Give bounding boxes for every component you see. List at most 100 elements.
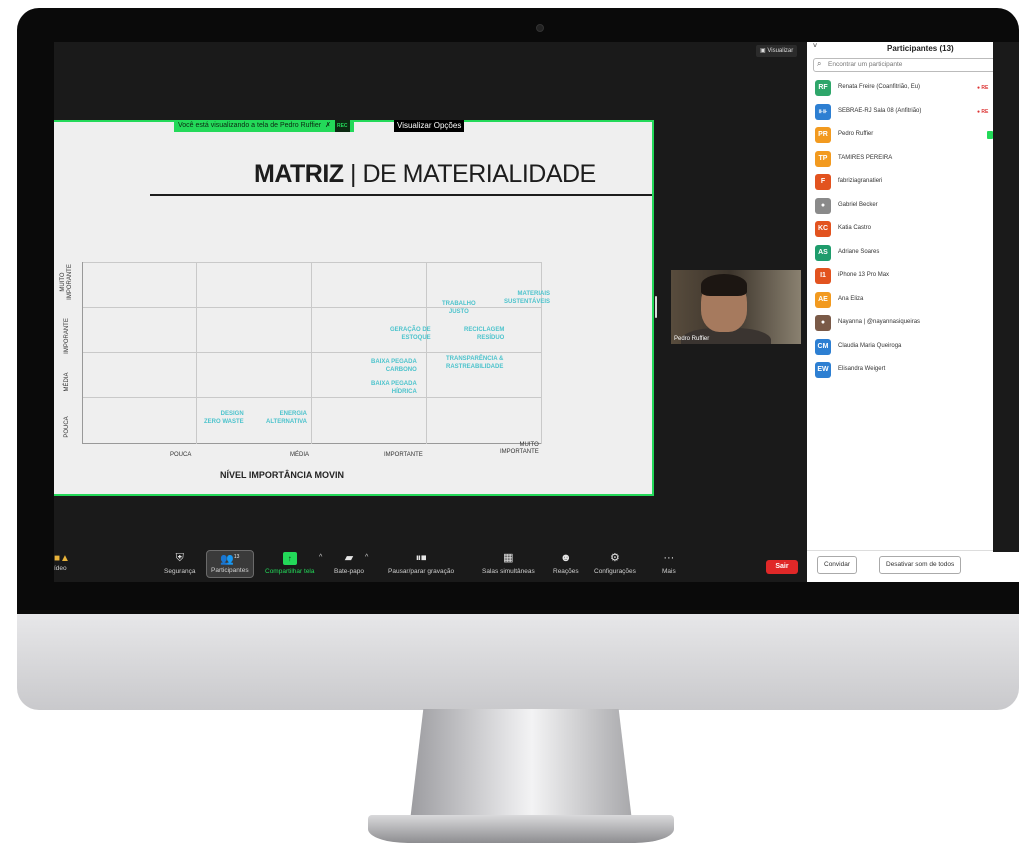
participants-icon: 👥13 (220, 553, 240, 566)
more-icon: ··· (663, 552, 675, 564)
y-label-media: MÉDIA (64, 372, 70, 392)
recording-indicator: ● RE (977, 108, 989, 115)
participants-panel: ˅ Participantes (13) ⌕ Encontrar um part… (807, 42, 1019, 582)
leave-button[interactable]: Sair (766, 560, 798, 574)
participant-row[interactable]: AS Adriane Soares (807, 241, 1019, 265)
participants-panel-title: Participantes (13) (887, 44, 954, 53)
x-label-importante: IMPORTANTE (384, 452, 423, 458)
matrix-item: GERAÇÃO DE ESTOQUE (390, 327, 431, 341)
participant-name: SEBRAE-RJ Sala 08 (Anfitrião) (838, 107, 922, 114)
mute-all-button[interactable]: Desativar som de todos (879, 556, 962, 574)
slide-title-rest: | DE MATERIALIDADE (350, 160, 596, 188)
reactions-button[interactable]: ☻ Reações (553, 552, 579, 575)
avatar: AS (815, 244, 831, 261)
title-underline (150, 194, 652, 196)
search-placeholder: Encontrar um participante (828, 61, 903, 68)
participants-panel-footer: Convidar Desativar som de todos (807, 550, 1019, 582)
chat-icon: ▰ (344, 552, 354, 564)
monitor-stand-neck (410, 709, 632, 821)
monitor-stand-foot (368, 815, 674, 843)
chat-button[interactable]: ▰ Bate-papo (334, 552, 364, 575)
screen-edge (993, 42, 1019, 552)
grid-line (82, 397, 542, 398)
x-label-media: MÉDIA (290, 452, 310, 458)
chevron-down-icon[interactable]: ˅ (813, 43, 817, 50)
participant-name: TAMIRES PEREIRA (838, 154, 893, 161)
matrix-item: BAIXA PEGADA HÍDRICA (371, 381, 417, 395)
monitor-chin (17, 614, 1019, 710)
view-button-label: Visualizar (767, 48, 794, 54)
avatar: AE (815, 291, 831, 308)
breakout-rooms-button[interactable]: ▦ Salas simultâneas (482, 552, 535, 575)
participant-name: Renata Freire (Coanfitrião, Eu) (838, 84, 921, 90)
avatar: I1 (815, 268, 831, 284)
y-label-importante: IMPORANTE (64, 318, 70, 354)
rec-badge: REC (334, 120, 350, 132)
matrix-item: RECICLAGEM RESÍDUO (464, 327, 505, 341)
participant-row[interactable]: RF Renata Freire (Coanfitrião, Eu) ● RE (807, 76, 1019, 100)
grid-line (196, 262, 197, 444)
y-label-pouca: POUCA (64, 416, 70, 438)
y-label-muito-importante: MUITO IMPORANTE (60, 264, 73, 300)
avatar: F (815, 174, 831, 190)
view-options-button[interactable]: Visualizar Opções (394, 120, 465, 132)
participants-panel-header: ˅ Participantes (13) (807, 42, 1019, 56)
settings-button[interactable]: ⚙ Configurações (594, 552, 636, 575)
invite-button[interactable]: Convidar (817, 556, 858, 574)
participant-name: Elisandra Weigert (838, 366, 886, 372)
participant-row[interactable]: EW Elisandra Weigert (807, 358, 1019, 382)
chat-options-caret-icon[interactable]: ^ (365, 554, 368, 561)
slide-title: MATRIZ | DE MATERIALIDADE (254, 160, 596, 189)
participant-row[interactable]: PR Pedro Ruffier (807, 123, 1019, 147)
participant-search-input[interactable]: ⌕ Encontrar um participante (813, 58, 1013, 72)
record-button[interactable]: ⏸⏹ Pausar/parar gravação (388, 552, 454, 575)
matrix-item: BAIXA PEGADA CARBONO (371, 359, 417, 373)
participants-button[interactable]: 👥13 Participantes (206, 550, 254, 578)
participant-row[interactable]: CM Claudia Maria Queiroga (807, 335, 1019, 359)
matrix-item: DESIGN ZERO WASTE (204, 411, 244, 425)
participant-row[interactable]: Ffabriziagranatieri (807, 170, 1019, 194)
pause-stop-icon: ⏸⏹ (415, 552, 427, 564)
shield-icon: ⛨ (175, 552, 184, 564)
participant-row[interactable]: AE Ana Eliza (807, 288, 1019, 312)
meeting-toolbar: ■▲ ídeo ⛨ Segurança 👥13 Participantes ↑ Comp… (54, 548, 806, 582)
avatar: KC (815, 221, 831, 237)
share-screen-button[interactable]: ↑ Compartilhar tela (265, 552, 315, 575)
y-axis-line (82, 262, 83, 444)
matrix-item: TRANSPARÊNCIA & RASTREABILIDADE (446, 356, 504, 370)
participant-row[interactable]: ● Gabriel Becker (807, 194, 1019, 218)
avatar: CM (815, 338, 831, 355)
participant-name: iPhone 13 Pro Max (838, 272, 890, 278)
participant-name: fabriziagranatieri (838, 178, 883, 184)
avatar: PR (815, 127, 831, 143)
view-button[interactable]: ▣ Visualizar (756, 45, 798, 57)
participant-row[interactable]: TP TAMIRES PEREIRA (807, 147, 1019, 171)
participant-row[interactable]: I1 iPhone 13 Pro Max (807, 264, 1019, 288)
participant-name: Adriane Soares (838, 248, 880, 255)
recording-indicator: ● RE (977, 85, 989, 91)
avatar: RF (815, 80, 831, 96)
participant-row[interactable]: KC Katia Castro (807, 217, 1019, 241)
speaker-video-tile[interactable]: Pedro Ruffier (671, 270, 801, 344)
breakout-rooms-icon: ▦ (503, 552, 514, 564)
security-button[interactable]: ⛨ Segurança (164, 552, 195, 575)
share-options-caret-icon[interactable]: ^ (319, 554, 322, 561)
grid-line (426, 262, 427, 444)
slide-title-bold: MATRIZ (254, 160, 344, 188)
video-button[interactable]: ■▲ ídeo (54, 552, 70, 572)
x-axis-line (82, 443, 542, 444)
pin-icon: ✗ (325, 122, 331, 129)
avatar-photo: ● (815, 315, 831, 331)
avatar: TP (815, 150, 831, 167)
participant-row[interactable]: ⊪⊪ SEBRAE-RJ Sala 08 (Anfitrião) ● RE (807, 100, 1019, 124)
participant-name: Katia Castro (838, 225, 872, 231)
avatar-photo: ● (815, 197, 831, 214)
more-button[interactable]: ··· Mais (662, 552, 676, 575)
video-person-hair (701, 274, 747, 296)
matrix-item: ENERGIA ALTERNATIVA (266, 411, 307, 425)
participant-row[interactable]: ● Nayanna | @nayannasiqueiras (807, 311, 1019, 335)
split-divider-handle[interactable] (655, 296, 657, 318)
speaker-name: Pedro Ruffier (674, 336, 710, 342)
share-screen-icon: ↑ (282, 552, 297, 565)
video-warning-icon: ■▲ (54, 553, 70, 564)
